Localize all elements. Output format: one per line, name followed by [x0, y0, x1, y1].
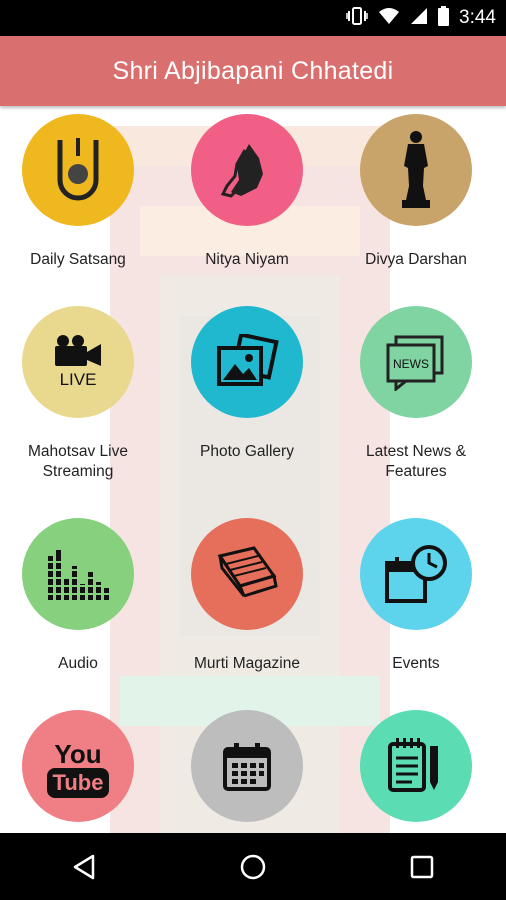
- tile-latest-news-features[interactable]: NEWS Latest News & Features: [332, 306, 500, 482]
- magazine-icon: [191, 518, 303, 630]
- tile-label: Divya Darshan: [365, 251, 467, 268]
- events-calendar-clock-icon: [360, 518, 472, 630]
- praying-hands-icon: [191, 114, 303, 226]
- tile-calendar[interactable]: [163, 710, 331, 833]
- tile-audio[interactable]: Audio: [0, 518, 162, 674]
- vibrate-icon: [346, 6, 368, 31]
- tile-murti-magazine[interactable]: Murti Magazine: [163, 518, 331, 674]
- photo-gallery-icon: [191, 306, 303, 418]
- tile-divya-darshan[interactable]: Divya Darshan: [332, 114, 500, 270]
- tile-label: Nitya Niyam: [205, 251, 289, 268]
- tile-nitya-niyam[interactable]: Nitya Niyam: [163, 114, 331, 270]
- youtube-you-text: You: [54, 739, 102, 769]
- app-bar: Shri Abjibapani Chhatedi: [0, 36, 506, 106]
- tile-youtube[interactable]: You Tube: [0, 710, 162, 833]
- back-button[interactable]: [54, 837, 114, 897]
- tile-daily-satsang[interactable]: Daily Satsang: [0, 114, 162, 270]
- home-button[interactable]: [223, 837, 283, 897]
- tile-events[interactable]: Events: [332, 518, 500, 674]
- tile-notepad[interactable]: [332, 710, 500, 833]
- tile-mahotsav-live-streaming[interactable]: LIVE Mahotsav Live Streaming: [0, 306, 162, 482]
- satsang-icon: [22, 114, 134, 226]
- menu-grid[interactable]: Daily Satsang Nitya Niyam Divya Darshan: [0, 106, 506, 833]
- status-icons: 3:44: [346, 0, 496, 36]
- back-icon: [74, 854, 95, 879]
- news-icon: NEWS: [360, 306, 472, 418]
- tile-label: Photo Gallery: [200, 443, 294, 460]
- live-video-icon: LIVE: [22, 306, 134, 418]
- calendar-icon: [191, 710, 303, 822]
- youtube-icon: You Tube: [22, 710, 134, 822]
- live-text: LIVE: [59, 370, 97, 389]
- statue-icon: [360, 114, 472, 226]
- tile-label: Mahotsav Live Streaming: [28, 443, 128, 480]
- audio-equalizer-icon: [22, 518, 134, 630]
- recents-icon: [410, 855, 433, 878]
- battery-icon: [438, 5, 450, 31]
- tile-label: Daily Satsang: [30, 251, 126, 268]
- recents-button[interactable]: [392, 837, 452, 897]
- notepad-icon: [360, 710, 472, 822]
- signal-icon: [410, 7, 428, 30]
- navigation-bar: [0, 833, 506, 900]
- home-icon: [240, 854, 266, 879]
- status-bar: 3:44: [0, 0, 506, 36]
- news-text: NEWS: [393, 357, 429, 371]
- status-clock: 3:44: [459, 7, 496, 28]
- tile-label: Audio: [58, 655, 98, 672]
- app-title: Shri Abjibapani Chhatedi: [112, 56, 394, 85]
- tile-label: Events: [392, 655, 440, 672]
- wifi-icon: [378, 7, 400, 30]
- tile-label: Latest News & Features: [366, 443, 466, 480]
- tile-label: Murti Magazine: [194, 655, 300, 672]
- tile-photo-gallery[interactable]: Photo Gallery: [163, 306, 331, 462]
- youtube-tube-text: Tube: [46, 768, 110, 798]
